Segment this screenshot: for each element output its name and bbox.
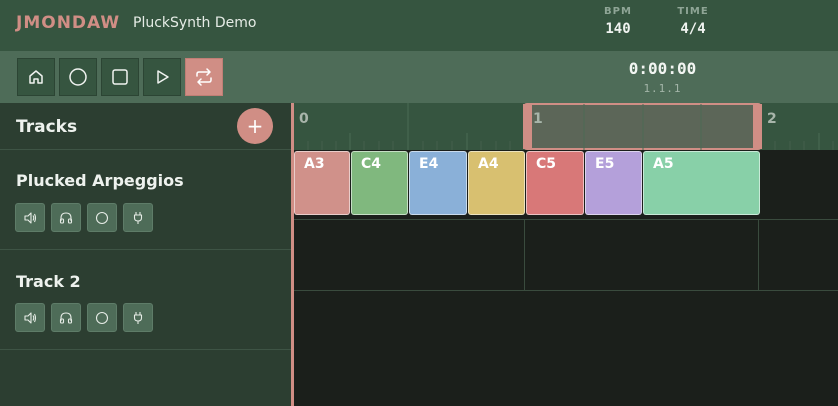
track-controls [15, 303, 153, 332]
time-signature-value[interactable]: 4/4 [674, 21, 712, 37]
track-header[interactable]: Track 2 [0, 250, 291, 350]
plugin-button[interactable] [123, 303, 153, 332]
stop-button[interactable] [101, 58, 139, 96]
transport-toolbar: 0:00:00 1.1.1 [0, 51, 838, 103]
tracks-panel-header: Tracks + [0, 103, 291, 150]
home-button[interactable] [17, 58, 55, 96]
midi-clip[interactable]: A5 [643, 151, 760, 215]
bar-number: 1 [533, 111, 543, 127]
app-brand: JMONDAW [16, 13, 121, 33]
bar-gridline [758, 220, 759, 290]
midi-clip[interactable]: C4 [351, 151, 408, 215]
ruler-ticks [307, 103, 834, 150]
volume-icon [24, 311, 37, 324]
solo-button[interactable] [51, 303, 81, 332]
plug-icon [133, 311, 143, 324]
play-icon [157, 70, 169, 84]
bpm-display[interactable]: BPM 140 [600, 6, 636, 37]
time-signature-label: TIME [677, 6, 709, 17]
midi-clip[interactable]: E5 [585, 151, 642, 215]
track-controls [15, 203, 153, 232]
bar-number: 2 [767, 111, 777, 127]
midi-clip[interactable]: A3 [294, 151, 350, 215]
midi-clip[interactable]: E4 [409, 151, 467, 215]
track-lane[interactable]: A3 C4 E4 A4 C5 E5 A5 [294, 150, 838, 220]
square-icon [112, 69, 128, 85]
circle-icon [95, 311, 109, 324]
clip-label: A5 [653, 156, 674, 172]
bar-number: 0 [299, 111, 309, 127]
project-name[interactable]: PluckSynth Demo [133, 15, 256, 31]
timeline-ruler[interactable]: 0 1 2 [294, 103, 838, 150]
loop-button[interactable] [185, 58, 223, 96]
loop-end-handle[interactable] [753, 104, 762, 149]
record-arm-button[interactable] [87, 203, 117, 232]
headphones-icon [59, 311, 73, 324]
play-button[interactable] [143, 58, 181, 96]
midi-clip[interactable]: C5 [526, 151, 584, 215]
track-lane[interactable] [294, 220, 838, 291]
time-signature-display[interactable]: TIME 4/4 [674, 6, 712, 37]
bpm-value[interactable]: 140 [600, 21, 636, 37]
track-name[interactable]: Plucked Arpeggios [16, 171, 184, 190]
clip-label: A3 [304, 156, 325, 172]
loop-icon [196, 68, 212, 86]
mute-button[interactable] [15, 303, 45, 332]
clip-label: E5 [595, 156, 615, 172]
record-button[interactable] [59, 58, 97, 96]
home-icon [29, 70, 43, 84]
loop-start-handle[interactable] [523, 104, 532, 149]
record-arm-button[interactable] [87, 303, 117, 332]
transport-position: 1.1.1 [643, 82, 682, 95]
clip-label: E4 [419, 156, 439, 172]
circle-icon [69, 68, 87, 86]
plugin-button[interactable] [123, 203, 153, 232]
tracks-panel: Tracks + Plucked Arpeggios Track 2 [0, 103, 291, 406]
plug-icon [133, 211, 143, 224]
clip-label: A4 [478, 156, 499, 172]
add-track-button[interactable]: + [237, 108, 273, 144]
track-header[interactable]: Plucked Arpeggios [0, 150, 291, 250]
clip-label: C4 [361, 156, 382, 172]
mute-button[interactable] [15, 203, 45, 232]
solo-button[interactable] [51, 203, 81, 232]
header-bar: JMONDAW PluckSynth Demo BPM 140 TIME 4/4 [0, 0, 838, 51]
headphones-icon [59, 211, 73, 224]
circle-icon [95, 211, 109, 224]
bpm-label: BPM [604, 6, 632, 17]
clip-label: C5 [536, 156, 557, 172]
midi-clip[interactable]: A4 [468, 151, 525, 215]
track-name[interactable]: Track 2 [16, 272, 81, 291]
daw-window: JMONDAW PluckSynth Demo BPM 140 TIME 4/4… [0, 0, 838, 406]
volume-icon [24, 211, 37, 224]
tracks-title: Tracks [16, 117, 78, 137]
bar-gridline [524, 220, 525, 290]
transport-clock: 0:00:00 [628, 59, 697, 78]
